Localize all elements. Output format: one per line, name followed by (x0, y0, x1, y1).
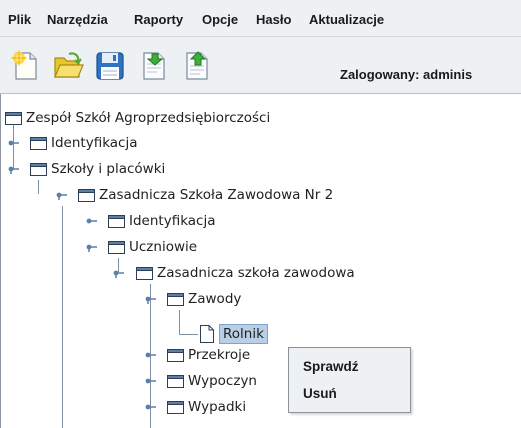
folder-icon (136, 266, 153, 280)
tree-node[interactable]: Zespół Szkół Agroprzedsiębiorczości (5, 108, 270, 128)
menu-bar: Plik Narzędzia Raporty Opcje Hasło Aktua… (0, 0, 521, 37)
save-button[interactable] (94, 50, 126, 82)
tree-node[interactable]: Identyfikacja (108, 211, 216, 231)
folder-icon (167, 348, 184, 362)
tree-toggle[interactable] (86, 216, 98, 226)
tree-node-label: Rolnik (219, 324, 268, 344)
tree-node-label: Szkoły i placówki (51, 161, 166, 177)
file-icon (200, 325, 214, 343)
tree-node[interactable]: Identyfikacja (30, 133, 138, 153)
tree-toggle[interactable] (145, 402, 157, 412)
menu-opcje[interactable]: Opcje (202, 12, 238, 27)
tree-toggle[interactable] (8, 138, 20, 148)
menu-aktualizacje[interactable]: Aktualizacje (309, 12, 384, 27)
school-tree[interactable]: Zespół Szkół Agroprzedsiębiorczości Iden… (0, 94, 521, 428)
tree-node-label: Zasadnicza Szkoła Zawodowa Nr 2 (99, 187, 334, 203)
tree-node-label: Identyfikacja (51, 135, 138, 151)
tree-node-label: Zawody (188, 291, 242, 307)
tree-toggle[interactable] (113, 268, 125, 278)
document-export-icon (186, 51, 208, 80)
tree-node-label: Wypoczyn (188, 373, 257, 389)
tree-toggle[interactable] (145, 350, 157, 360)
folder-icon (108, 214, 125, 228)
tree-toggle[interactable] (145, 294, 157, 304)
menu-plik[interactable]: Plik (8, 12, 31, 27)
tree-node[interactable]: Zawody (167, 289, 241, 309)
import-button[interactable] (138, 50, 170, 82)
tree-node[interactable]: Szkoły i placówki (30, 159, 165, 179)
new-icon (11, 50, 37, 80)
tree-toggle[interactable] (8, 164, 20, 174)
context-menu: Sprawdź Usuń (288, 347, 411, 413)
tree-node[interactable]: Przekroje (167, 345, 250, 365)
tree-node[interactable]: Zasadnicza szkoła zawodowa (136, 263, 355, 283)
logged-in-user-label: Zalogowany: adminis (340, 67, 473, 82)
tree-node-label: Zasadnicza szkoła zawodowa (157, 265, 355, 281)
toolbar: Zalogowany: adminis (0, 37, 521, 94)
document-import-icon (143, 52, 165, 80)
folder-icon (167, 400, 184, 414)
folder-icon (78, 188, 95, 202)
tree-toggle[interactable] (145, 376, 157, 386)
menu-haslo[interactable]: Hasło (256, 12, 291, 27)
menu-raporty[interactable]: Raporty (134, 12, 183, 27)
open-folder-icon (54, 52, 84, 78)
tree-node[interactable]: Wypadki (167, 397, 246, 417)
save-icon (96, 52, 124, 80)
tree-node-label: Uczniowie (129, 239, 198, 255)
tree-toggle[interactable] (56, 190, 68, 200)
folder-icon (30, 162, 47, 176)
tree-node[interactable]: Wypoczyn (167, 371, 257, 391)
tree-node-label: Zespół Szkół Agroprzedsiębiorczości (26, 110, 271, 126)
new-button[interactable] (9, 50, 41, 82)
export-button[interactable] (181, 50, 213, 82)
open-button[interactable] (52, 50, 84, 82)
tree-node[interactable]: Uczniowie (108, 237, 197, 257)
context-menu-delete[interactable]: Usuń (303, 386, 337, 401)
tree-toggle[interactable] (86, 242, 98, 252)
tree-node-selected[interactable]: Rolnik (200, 324, 268, 344)
folder-icon (30, 136, 47, 150)
folder-icon (5, 111, 22, 125)
tree-node-label: Wypadki (188, 399, 247, 415)
context-menu-check[interactable]: Sprawdź (303, 359, 359, 374)
folder-icon (167, 292, 184, 306)
folder-icon (108, 240, 125, 254)
tree-node[interactable]: Zasadnicza Szkoła Zawodowa Nr 2 (78, 185, 333, 205)
tree-node-label: Przekroje (188, 347, 251, 363)
tree-node-label: Identyfikacja (129, 213, 216, 229)
folder-icon (167, 374, 184, 388)
menu-narzedzia[interactable]: Narzędzia (47, 12, 108, 27)
